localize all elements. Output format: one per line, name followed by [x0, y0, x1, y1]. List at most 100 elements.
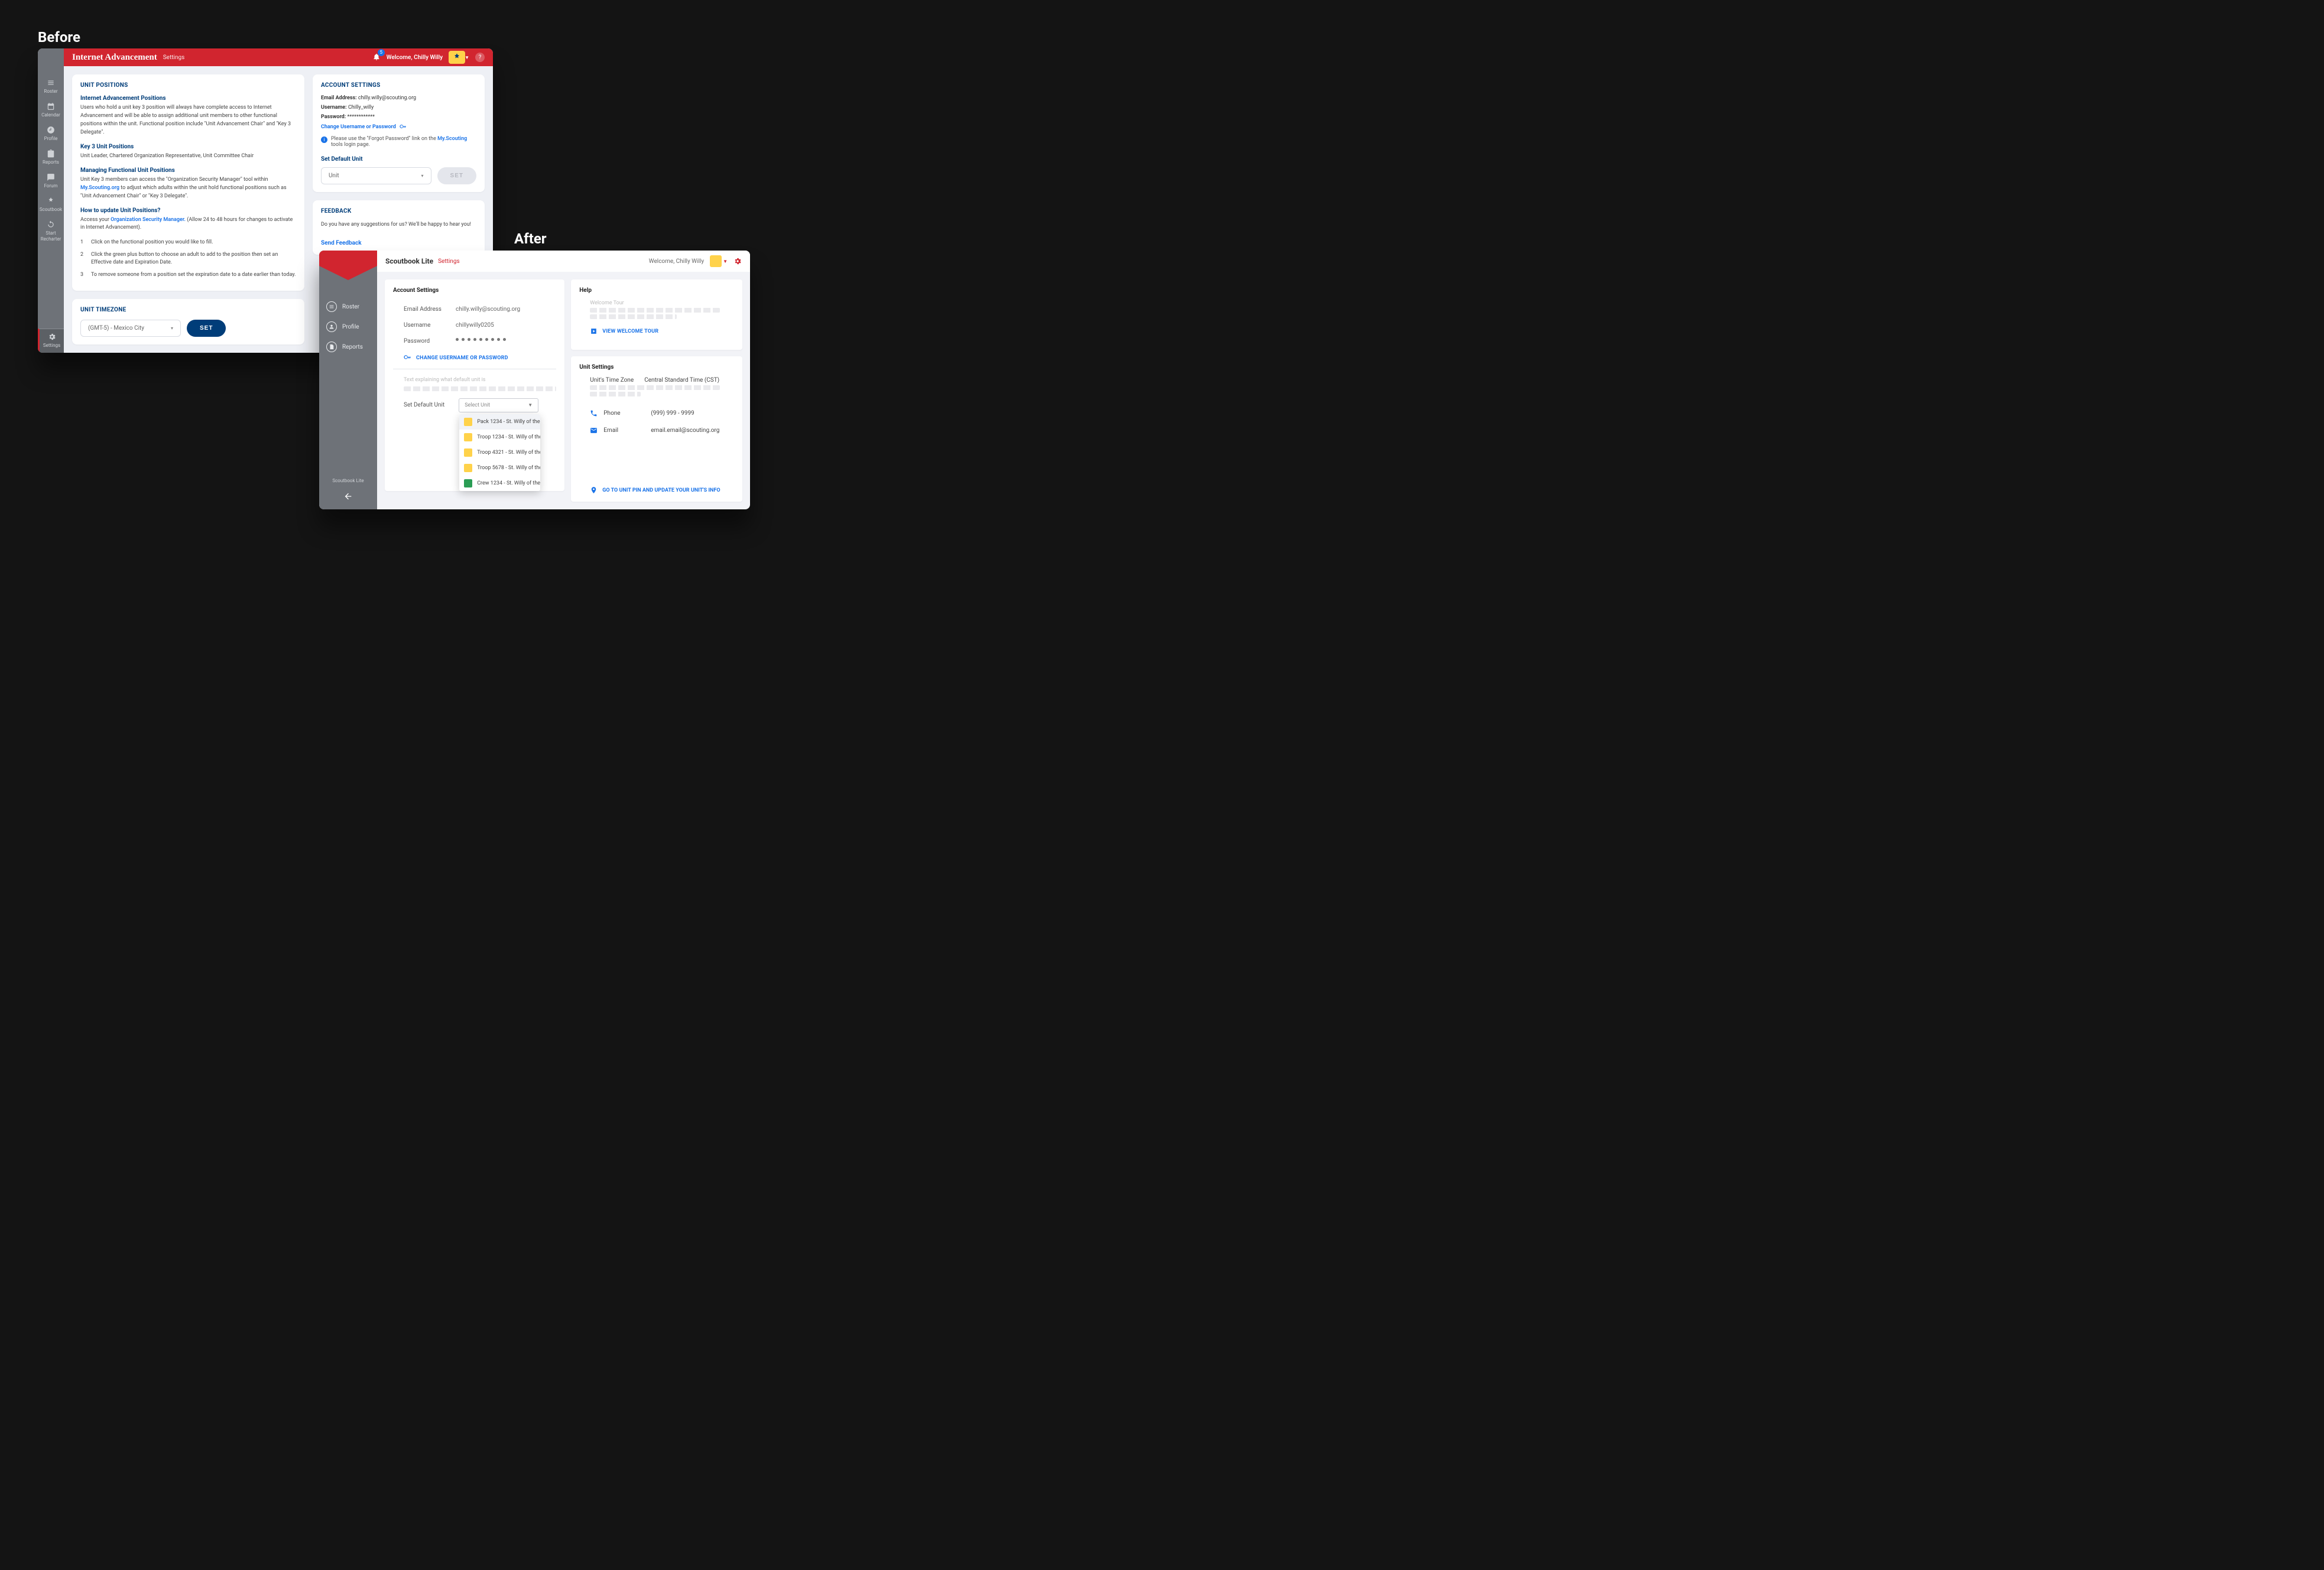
sidebar-item-reports[interactable]: Reports [38, 146, 64, 170]
sidebar-item-calendar[interactable]: Calendar [38, 99, 64, 122]
sidebar-item-recharter[interactable]: Start Recharter [38, 217, 64, 246]
list-icon [47, 79, 55, 87]
set-timezone-button[interactable]: SET [187, 320, 226, 337]
default-unit-label: Set Default Unit [404, 398, 444, 408]
go-unit-pin-link[interactable]: GO TO UNIT PIN AND UPDATE YOUR UNIT'S IN… [579, 486, 734, 494]
play-square-icon [590, 327, 598, 335]
dropdown-option[interactable]: Troop 4321 - St. Willy of the… [459, 445, 540, 460]
chevron-down-icon: ▾ [171, 326, 173, 331]
user-menu-button[interactable]: ▼ [449, 51, 469, 64]
info-icon: i [321, 136, 327, 143]
unit-dropdown-menu: Pack 1234 - St. Willy of the… Troop 1234… [459, 414, 540, 491]
dropdown-option[interactable]: Crew 1234 - St. Willy of the… [459, 476, 540, 491]
welcome-text: Welcome, Chilly Willy [387, 54, 443, 61]
page-subtitle: Settings [438, 258, 460, 265]
after-header: Scoutbook Lite Settings Welcome, Chilly … [377, 251, 750, 272]
after-label: After [514, 230, 547, 247]
password-row: Password [393, 338, 556, 344]
phone-row: Phone(999) 999 - 9999 [579, 409, 734, 417]
before-label: Before [38, 29, 80, 45]
sidebar-item-roster[interactable]: Roster [38, 75, 64, 99]
clock-icon [47, 126, 55, 134]
password-row: Password: ************ [321, 114, 476, 120]
default-unit-select[interactable]: Select Unit ▼ Pack 1234 - St. Willy of t… [459, 398, 538, 412]
list-item: Click on the functional position you wou… [91, 239, 213, 247]
app-title: Internet Advancement [72, 53, 157, 63]
email-row: Email Addresschilly.willy@scouting.org [393, 306, 556, 313]
org-security-link[interactable]: Organization Security Manager. [111, 217, 186, 223]
select-value: (GMT-5) - Mexico City [88, 325, 144, 331]
after-sidebar: Roster Profile Reports Scoutbook Lite [319, 251, 377, 509]
body-text: Do you have any suggestions for us? We'l… [321, 221, 476, 229]
user-menu-button[interactable]: ▼ [710, 255, 728, 267]
unit-timezone-card: UNIT TIMEZONE (GMT-5) - Mexico City ▾ SE… [72, 299, 304, 344]
sidebar-item-profile[interactable]: Profile [326, 321, 377, 332]
after-window: Roster Profile Reports Scoutbook Lite Sc… [319, 251, 750, 509]
sidebar-item-reports[interactable]: Reports [326, 342, 377, 352]
phone-icon [590, 409, 598, 417]
gear-icon [48, 333, 56, 341]
sidebar-item-roster[interactable]: Roster [326, 301, 377, 312]
dropdown-option[interactable]: Troop 5678 - St. Willy of the… [459, 460, 540, 476]
section-heading: Internet Advancement Positions [80, 95, 296, 102]
dropdown-option[interactable]: Pack 1234 - St. Willy of the… [459, 414, 540, 430]
email-row: Email Address: chilly.willy@scouting.org [321, 95, 476, 101]
person-icon [329, 324, 335, 330]
steps-list: 1Click on the functional position you wo… [80, 239, 296, 279]
chevron-down-icon: ▼ [723, 259, 728, 264]
sidebar-item-settings[interactable]: Settings [38, 329, 64, 353]
pack-icon [464, 418, 472, 426]
body-text: Unit Key 3 members can access the "Organ… [80, 176, 296, 201]
info-note: i Please use the "Forgot Password" link … [321, 136, 476, 148]
myscouting-link[interactable]: My.Scouting.org [80, 185, 119, 191]
chat-icon [47, 173, 55, 181]
before-header: Internet Advancement Settings 5 Welcome,… [64, 48, 493, 66]
avatar [710, 255, 722, 267]
unit-settings-card: Unit Settings Unit's Time ZoneCentral St… [571, 356, 742, 502]
after-main: Scoutbook Lite Settings Welcome, Chilly … [377, 251, 750, 509]
app-title: Scoutbook Lite [385, 257, 433, 265]
tz-label: Unit's Time Zone [590, 377, 644, 383]
dropdown-option[interactable]: Troop 1234 - St. Willy of the… [459, 430, 540, 445]
default-unit-select[interactable]: Unit ▾ [321, 167, 431, 184]
card-heading: UNIT TIMEZONE [80, 307, 296, 313]
notif-count-badge: 5 [378, 49, 385, 56]
back-button[interactable] [319, 488, 377, 509]
select-placeholder: Unit [329, 173, 339, 179]
account-settings-card: Account Settings Email Addresschilly.wil… [385, 279, 564, 491]
page-subtitle: Settings [163, 54, 185, 61]
fleur-icon [452, 53, 462, 62]
gear-icon[interactable] [733, 257, 742, 265]
refresh-icon [47, 220, 55, 229]
chevron-down-icon: ▼ [528, 402, 533, 408]
change-credentials-link[interactable]: Change Username or Password [321, 123, 476, 131]
card-heading: UNIT POSITIONS [80, 82, 296, 89]
username-row: Username: Chilly_willy [321, 105, 476, 110]
help-button[interactable]: ? [475, 53, 485, 62]
list-icon [329, 304, 335, 310]
sidebar-item-forum[interactable]: Forum [38, 170, 64, 193]
set-unit-button[interactable]: SET [437, 167, 476, 184]
sidebar-item-scoutbook[interactable]: Scoutbook [38, 193, 64, 217]
sidebar-item-profile[interactable]: Profile [38, 122, 64, 146]
send-feedback-link[interactable]: Send Feedback [321, 240, 362, 246]
troop-icon [464, 464, 472, 472]
change-credentials-link[interactable]: CHANGE USERNAME OR PASSWORD [393, 354, 556, 362]
timezone-select[interactable]: (GMT-5) - Mexico City ▾ [80, 320, 181, 337]
sidebar-footer-label: Scoutbook Lite [319, 478, 377, 488]
chevron-down-icon: ▼ [465, 55, 469, 60]
view-tour-link[interactable]: VIEW WELCOME TOUR [579, 327, 734, 335]
account-settings-card: ACCOUNT SETTINGS Email Address: chilly.w… [313, 74, 485, 192]
password-mask [456, 338, 506, 344]
troop-icon [464, 433, 472, 441]
notifications-button[interactable]: 5 [372, 52, 381, 63]
card-heading: ACCOUNT SETTINGS [321, 82, 476, 89]
section-heading: Set Default Unit [321, 156, 476, 162]
myscouting-link[interactable]: My.Scouting [437, 136, 467, 142]
feedback-card: FEEDBACK Do you have any suggestions for… [313, 200, 485, 255]
section-heading: How to update Unit Positions? [80, 207, 296, 214]
section-heading: Key 3 Unit Positions [80, 144, 296, 150]
help-card: Help Welcome Tour VIEW WELCOME TOUR [571, 279, 742, 350]
troop-icon [464, 448, 472, 457]
pin-icon [590, 486, 598, 494]
